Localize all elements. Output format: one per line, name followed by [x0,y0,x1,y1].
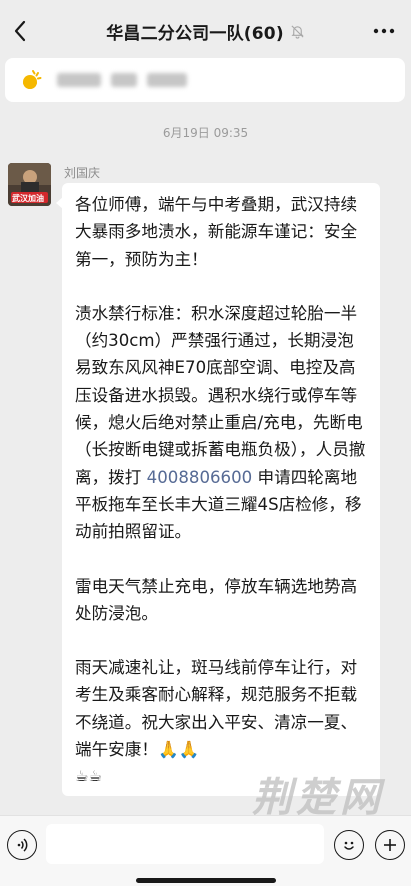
blurred-block [57,73,101,87]
message-paragraph: 雷电天气禁止充电，停放车辆选地势高处防浸泡。 [75,576,358,623]
message-paragraph: 各位师傅，端午与中考叠期，武汉持续大暴雨多地渍水，新能源车谨记：安全第一，预防为… [75,195,358,269]
message-timestamp: 6月19日 09:35 [162,126,249,140]
group-notice-bar[interactable] [5,58,405,102]
title-wrap: 华昌二分公司一队(60) [106,19,305,44]
bell-off-icon [290,24,305,39]
message-bubble[interactable]: 各位师傅，端午与中考叠期，武汉持续大暴雨多地渍水，新能源车谨记：安全第一，预防为… [56,183,380,796]
coffee-emoji: ☕☕ [75,767,102,786]
message-paragraph: 雨天减速礼让，斑马线前停车让行，对考生及乘客耐心解释，规范服务不拒载不绕道。祝大… [75,658,358,760]
voice-button[interactable] [7,830,37,860]
chat-screen: 华昌二分公司一队(60) 6月19日 09:35 武汉加油 刘国庆 各位师傅，端… [0,0,411,886]
sun-icon [19,68,43,92]
sender-avatar[interactable]: 武汉加油 [8,163,51,206]
more-dots-icon [373,28,395,34]
avatar-caption: 武汉加油 [12,194,44,203]
chat-header: 华昌二分公司一队(60) [0,0,411,62]
message-input[interactable] [46,824,324,864]
chevron-left-icon [14,20,26,42]
voice-icon [17,838,28,852]
plus-icon [384,839,396,851]
home-indicator [136,878,276,883]
blurred-block [147,73,187,87]
plus-button[interactable] [375,830,405,860]
message-paragraph: 渍水禁行标准：积水深度超过轮胎一半（约30cm）严禁强行通过，长期浸泡易致东风风… [75,300,370,546]
message-text: 渍水禁行标准：积水深度超过轮胎一半（约30cm）严禁强行通过，长期浸泡易致东风风… [75,303,366,487]
blurred-block [111,73,137,87]
blurred-notice-text [57,73,187,87]
emoji-button[interactable] [334,830,364,860]
input-bar [0,815,411,886]
phone-number-link[interactable]: 4008806600 [147,468,253,487]
emoji-smile-icon [344,841,354,850]
more-button[interactable] [369,16,399,46]
chat-title: 华昌二分公司一队(60) [106,23,284,44]
back-button[interactable] [6,16,34,46]
sender-name: 刘国庆 [64,166,101,180]
